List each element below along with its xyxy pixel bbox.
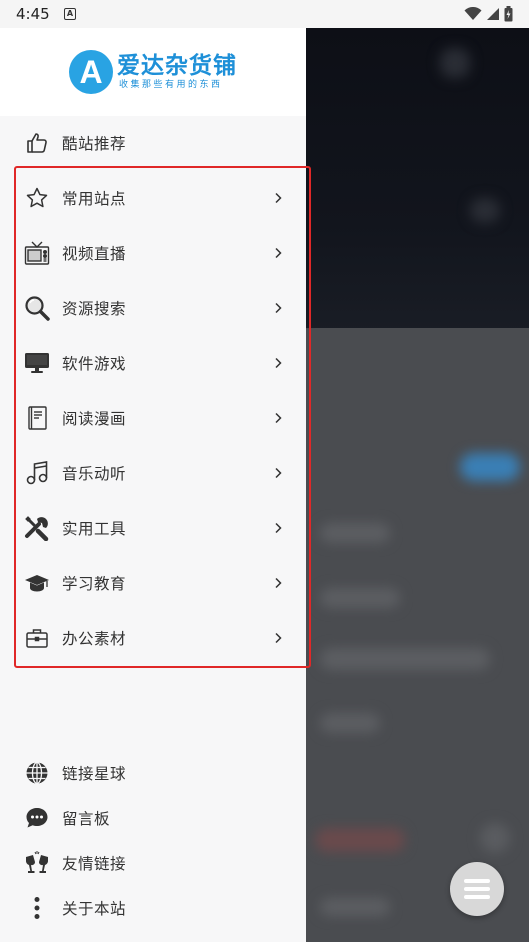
system-icons [464, 6, 513, 22]
logo-slogan: 收集那些有用的东西 [119, 80, 223, 90]
navigation-drawer: A 爱达杂货铺 收集那些有用的东西 酷站推荐 常用站点 视频直播 资源搜索 软件… [0, 28, 311, 942]
menu-item-label: 链接星球 [62, 765, 127, 783]
chat-bubble-icon [24, 805, 50, 831]
thumbs-up-icon [24, 130, 50, 156]
menu-item-cool-sites[interactable]: 酷站推荐 [0, 123, 306, 163]
menu-item-label: 留言板 [62, 810, 111, 828]
site-logo[interactable]: A 爱达杂货铺 收集那些有用的东西 [69, 50, 237, 94]
menu-item-about[interactable]: 关于本站 [0, 888, 306, 928]
sim-notification-icon: A [64, 8, 76, 20]
menu-item-label: 关于本站 [62, 900, 127, 918]
highlight-box [14, 166, 311, 668]
status-time: 4:45 [16, 5, 50, 23]
menu-item-message-board[interactable]: 留言板 [0, 798, 306, 838]
floating-menu-button[interactable] [450, 862, 504, 916]
logo-name: 爱达杂货铺 [117, 53, 237, 79]
status-bar: 4:45 A [0, 0, 529, 28]
menu-item-label: 友情链接 [62, 855, 127, 873]
drawer-header: A 爱达杂货铺 收集那些有用的东西 [0, 28, 306, 116]
more-vertical-icon [24, 895, 50, 921]
menu-item-link-planet[interactable]: 链接星球 [0, 753, 306, 793]
menu-icon [464, 879, 490, 899]
menu-item-friend-links[interactable]: 友情链接 [0, 843, 306, 883]
logo-letter: A [79, 53, 103, 90]
wifi-icon [464, 7, 482, 20]
menu-item-label: 酷站推荐 [62, 135, 127, 153]
cheers-icon [24, 850, 50, 876]
battery-icon [504, 6, 513, 22]
cell-signal-icon [487, 8, 499, 20]
logo-badge: A [69, 50, 113, 94]
globe-icon [24, 760, 50, 786]
